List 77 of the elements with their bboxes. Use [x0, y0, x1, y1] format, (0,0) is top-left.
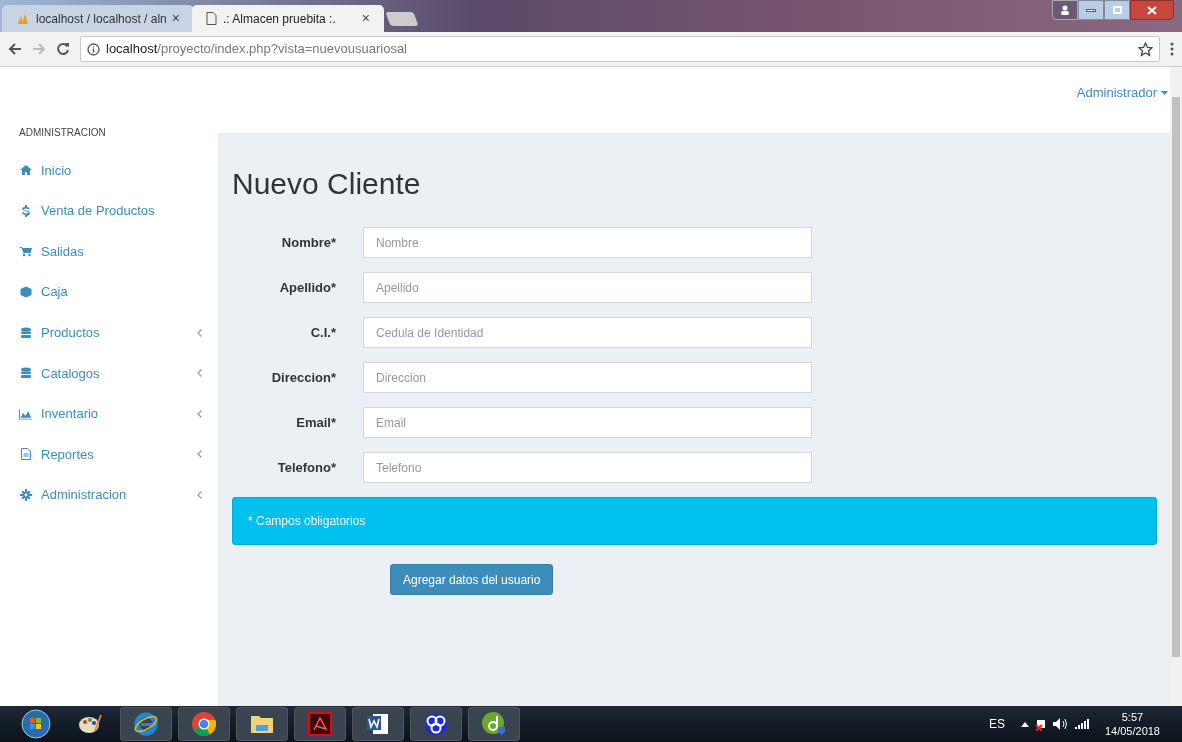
field-label: Nombre* [280, 233, 337, 252]
input-field[interactable]: Email [363, 407, 812, 438]
browser-tab[interactable]: localhost / localhost / aln × [2, 5, 194, 32]
person-icon [1060, 5, 1070, 15]
submit-button[interactable]: Agregar datos del usuario [390, 564, 554, 595]
dollar-icon [19, 204, 32, 217]
shield-circle-icon[interactable] [481, 711, 507, 737]
tab-close-button[interactable]: × [361, 8, 370, 29]
browser-tab[interactable]: .: Almacen pruebita :. × [192, 5, 384, 32]
sidebar-header: ADMINISTRACION [18, 126, 107, 140]
chrome-icon[interactable] [191, 711, 217, 737]
area-chart-icon [19, 407, 32, 420]
caret-up-icon[interactable] [1020, 721, 1029, 727]
cart-icon [19, 245, 32, 258]
back-arrow-icon[interactable] [8, 42, 22, 56]
field-label: C.I.* [309, 323, 337, 342]
clock-date[interactable]: 14/05/2018 [1104, 724, 1160, 738]
sidebar-item[interactable]: Venta de Productos [0, 190, 218, 232]
restore-button[interactable] [1104, 0, 1130, 20]
field-label: Email* [295, 413, 337, 432]
menu-icon[interactable] [1170, 42, 1174, 56]
pdf-icon[interactable] [307, 711, 333, 737]
profile-button[interactable] [1052, 0, 1078, 20]
input-field[interactable]: Direccion [363, 362, 812, 393]
chevron-left-icon [197, 328, 202, 337]
user-menu[interactable]: Administrador [1076, 83, 1168, 103]
sidebar-item[interactable]: Salidas [0, 231, 218, 272]
home-icon [19, 164, 32, 177]
url-text: localhost/proyecto/index.php?vista=nuevousuariosal [106, 40, 407, 59]
info-alert: * Campos obligatorios [232, 497, 1157, 545]
speaker-icon[interactable] [1052, 718, 1069, 730]
page-title: Nuevo Cliente [232, 166, 422, 202]
cube-icon [19, 286, 32, 299]
language-indicator[interactable]: ES [988, 715, 1005, 733]
database-icon [19, 326, 32, 339]
close-icon [1147, 5, 1157, 15]
sidebar-item[interactable]: Inicio [0, 150, 218, 191]
browser-e-icon[interactable] [133, 711, 159, 737]
star-icon[interactable] [1138, 41, 1153, 57]
minimize-button[interactable] [1078, 0, 1104, 20]
reload-icon[interactable] [56, 42, 70, 56]
sidebar-item[interactable]: Caja [0, 271, 218, 313]
chevron-left-icon [197, 491, 202, 500]
tab-title: .: Almacen pruebita :. [223, 10, 337, 28]
sidebar-item[interactable]: Reportes [0, 434, 218, 475]
tab-title: localhost / localhost / aln [36, 10, 166, 28]
chevron-left-icon [197, 369, 202, 378]
start-orb-icon[interactable] [21, 709, 51, 739]
page-icon [206, 12, 217, 25]
sidebar-item[interactable]: Productos [0, 312, 218, 353]
database-icon [19, 367, 32, 380]
new-tab-button[interactable] [385, 12, 419, 26]
scrollbar[interactable] [1170, 67, 1182, 706]
input-field[interactable]: Nombre [363, 227, 812, 258]
sidebar-item[interactable]: Catalogos [0, 352, 218, 394]
chevron-left-icon [197, 450, 202, 459]
signal-bars-icon[interactable] [1074, 719, 1089, 729]
field-label: Telefono* [276, 458, 337, 477]
info-icon [87, 42, 100, 56]
input-field[interactable]: Cedula de Identidad [363, 317, 812, 348]
document-icon [19, 448, 32, 461]
sidebar-item[interactable]: Administracion [0, 474, 218, 516]
settings-icon [19, 489, 32, 502]
input-field[interactable]: Apellido [363, 272, 812, 303]
field-label: Direccion* [270, 368, 337, 387]
address-bar[interactable]: localhost/proyecto/index.php?vista=nuevousuariosal [80, 36, 1160, 62]
clock-time[interactable]: 5:57 [1121, 710, 1144, 724]
input-field[interactable]: Telefono [363, 452, 812, 483]
knot-icon[interactable] [423, 711, 449, 737]
field-label: Apellido* [278, 278, 337, 297]
close-window-button[interactable] [1130, 0, 1174, 20]
chevron-left-icon [197, 409, 202, 418]
tab-close-button[interactable]: × [171, 8, 180, 29]
caret-icon [1161, 90, 1168, 95]
power-plug-icon[interactable] [1034, 717, 1047, 731]
document-w-icon[interactable] [365, 711, 391, 737]
sidebar-item[interactable]: Inventario [0, 393, 218, 435]
